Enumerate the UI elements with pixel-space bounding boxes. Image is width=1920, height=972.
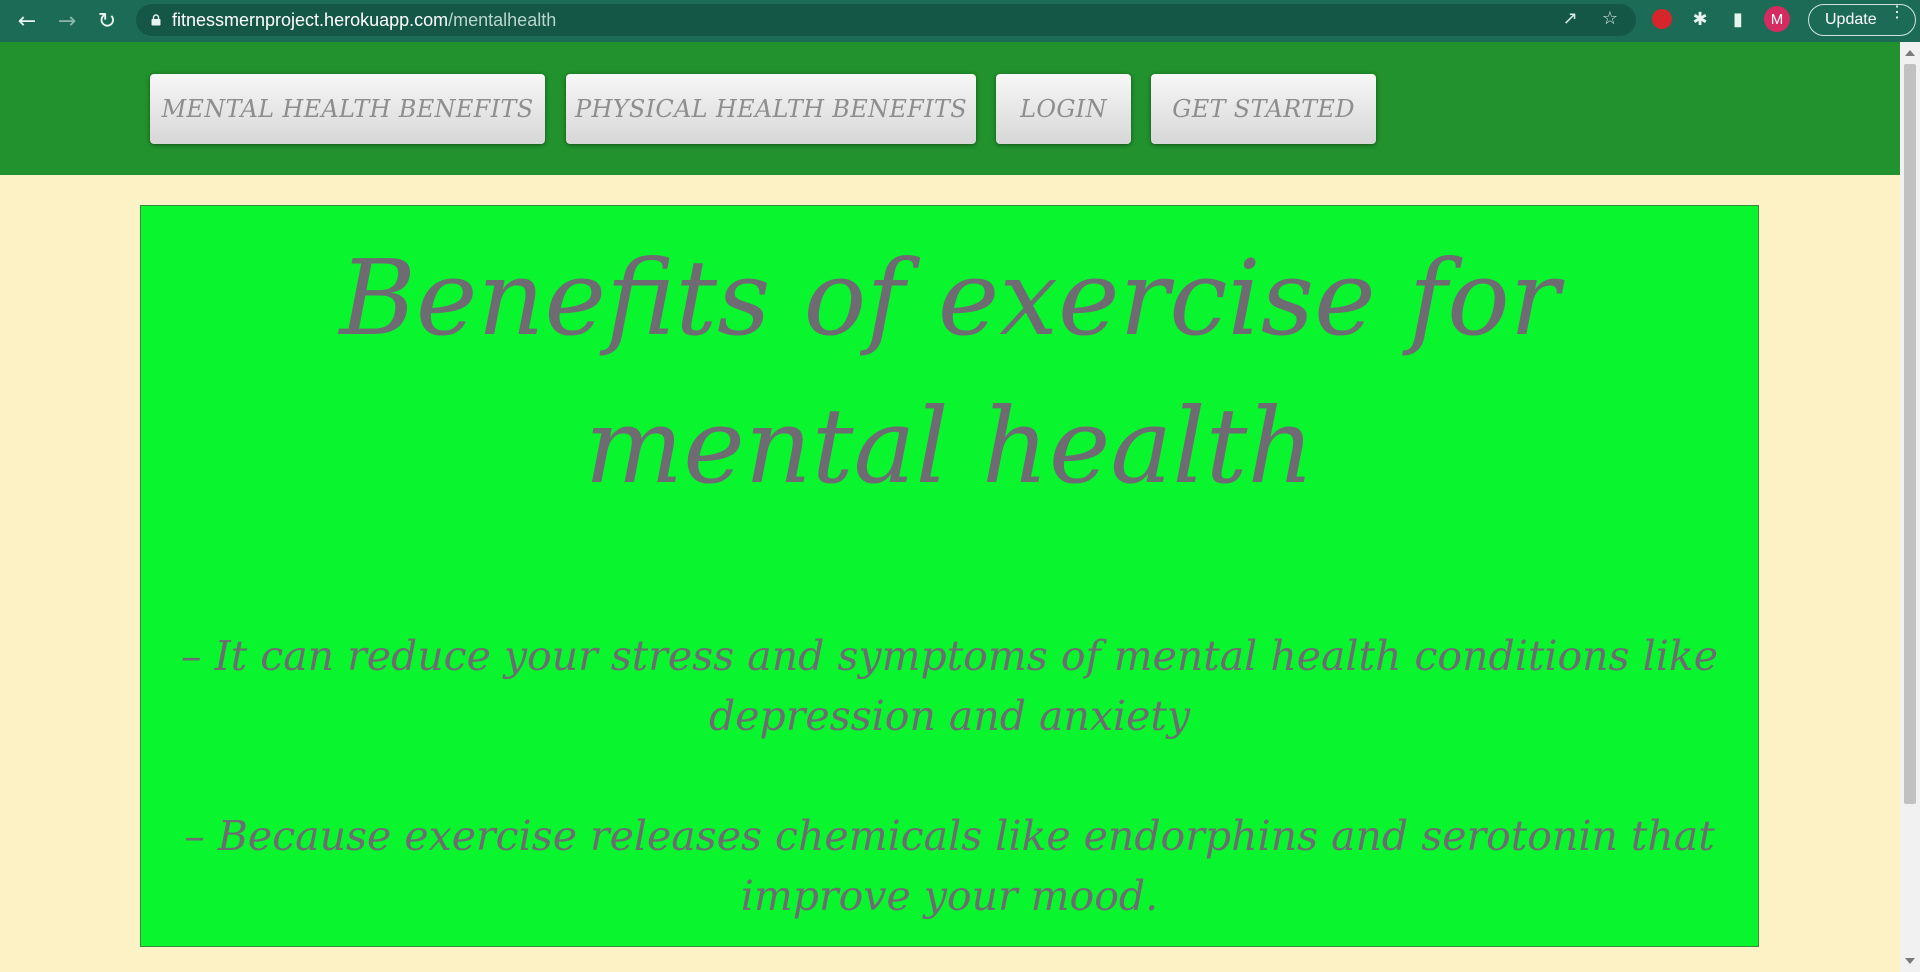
nav-mental-health-button[interactable]: MENTAL HEALTH BENEFITS: [150, 74, 545, 144]
page-title: Benefits of exercise for mental health: [339, 237, 1560, 507]
sidepanel-icon[interactable]: ▮: [1726, 7, 1750, 31]
nav-physical-health-button[interactable]: PHYSICAL HEALTH BENEFITS: [566, 74, 976, 144]
scrollbar-thumb[interactable]: [1904, 64, 1916, 804]
back-icon[interactable]: ←: [12, 6, 42, 36]
extension-red-icon[interactable]: [1650, 7, 1674, 31]
url-path: /mentalhealth: [448, 9, 557, 30]
address-bar[interactable]: fitnessmernproject.herokuapp.com/mentalh…: [136, 4, 1636, 36]
scroll-up-icon[interactable]: [1905, 50, 1915, 56]
url-text: fitnessmernproject.herokuapp.com/mentalh…: [172, 10, 556, 31]
avatar[interactable]: M: [1764, 6, 1790, 32]
lock-icon: [151, 14, 161, 26]
nav-get-started-button[interactable]: GET STARTED: [1151, 74, 1376, 144]
benefit-item: – Because exercise releases chemicals li…: [184, 812, 1715, 920]
star-icon[interactable]: ☆: [1602, 8, 1618, 29]
site-navbar: MENTAL HEALTH BENEFITS PHYSICAL HEALTH B…: [0, 42, 1900, 175]
update-button[interactable]: Update ⋮: [1808, 4, 1916, 36]
share-icon[interactable]: ↗: [1563, 8, 1578, 29]
forward-icon[interactable]: →: [52, 6, 82, 36]
scrollbar[interactable]: [1900, 42, 1920, 972]
reload-icon[interactable]: ↻: [92, 6, 122, 36]
benefits-card: Benefits of exercise for mental health –…: [140, 205, 1759, 947]
benefit-item: – It can reduce your stress and symptoms…: [181, 632, 1718, 740]
scroll-down-icon[interactable]: [1905, 958, 1915, 964]
nav-login-button[interactable]: LOGIN: [996, 74, 1131, 144]
url-domain: fitnessmernproject.herokuapp.com: [172, 9, 449, 30]
menu-dots-icon[interactable]: ⋮: [1889, 5, 1905, 21]
update-label: Update: [1825, 11, 1877, 28]
puzzle-icon[interactable]: ✱: [1688, 7, 1712, 31]
browser-toolbar: ← → ↻ fitnessmernproject.herokuapp.com/m…: [0, 0, 1920, 42]
